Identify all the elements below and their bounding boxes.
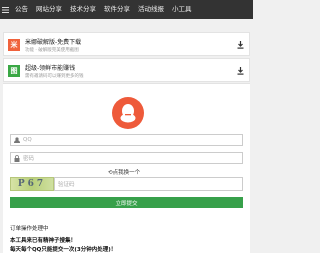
menu-icon[interactable] — [0, 0, 11, 19]
refresh-captcha-link[interactable]: ⟲点我换一个 — [108, 168, 140, 176]
app-badge: 米 — [8, 39, 20, 51]
password-placeholder: 密码 — [23, 156, 35, 162]
nav-item-tools[interactable]: 小工具 — [168, 0, 196, 19]
submit-panel: QQ 密码 ⟲点我换一个 P67 验证码 立即提交 订单操作处理中 本工具来已有… — [3, 83, 250, 253]
download-card[interactable]: 图 超级-领鲜市能赚钱 需有邀请码可以赚到更多的钱 — [3, 58, 250, 82]
notice-line: 本工具来已有精神子搜集！ — [10, 238, 77, 244]
qq-penguin-icon — [112, 97, 144, 129]
card-title[interactable]: 超级-领鲜市能赚钱 — [25, 63, 75, 72]
nav-item-tech-share[interactable]: 技术分享 — [66, 0, 100, 19]
captcha-input[interactable]: 验证码 — [54, 177, 243, 191]
download-icon[interactable] — [237, 41, 244, 49]
captcha-image[interactable]: P67 — [10, 177, 54, 191]
card-title[interactable]: 米娜破解版-免费下载 — [25, 37, 81, 46]
lock-icon — [11, 153, 23, 163]
captcha-placeholder: 验证码 — [58, 182, 75, 188]
nav-item-announcement[interactable]: 公告 — [11, 0, 32, 19]
card-subtitle: 功能 · 破解版完美使用截图 — [25, 48, 79, 53]
card-subtitle: 需有邀请码可以赚到更多的钱 — [25, 74, 84, 79]
download-card[interactable]: 米 米娜破解版-免费下载 功能 · 破解版完美使用截图 — [3, 32, 250, 56]
qq-field[interactable]: QQ — [10, 134, 243, 146]
download-icon[interactable] — [237, 67, 244, 75]
submit-button[interactable]: 立即提交 — [10, 197, 243, 208]
nav-item-activity-tips[interactable]: 活动线报 — [134, 0, 168, 19]
top-nav: 公告 网站分享 技术分享 软件分享 活动线报 小工具 — [0, 0, 253, 19]
app-badge: 图 — [8, 65, 20, 77]
notice-line: 每天每个QQ只能提交一次(3分钟内处理)！ — [10, 247, 117, 253]
user-icon — [11, 135, 23, 145]
qq-placeholder: QQ — [23, 137, 32, 143]
password-field[interactable]: 密码 — [10, 152, 243, 164]
status-text: 订单操作处理中 — [10, 226, 49, 232]
nav-item-software-share[interactable]: 软件分享 — [100, 0, 134, 19]
nav-item-site-share[interactable]: 网站分享 — [32, 0, 66, 19]
